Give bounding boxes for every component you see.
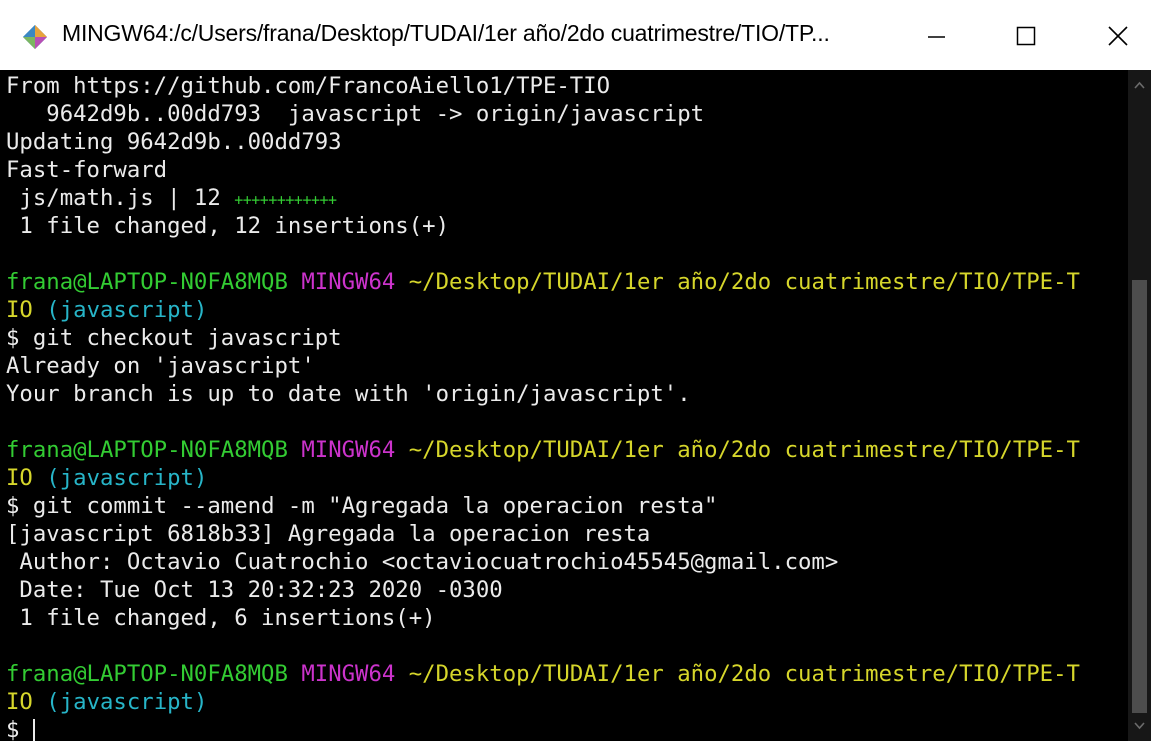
prompt-mingw: MINGW64: [301, 661, 396, 687]
terminal-window: MINGW64:/c/Users/frana/Desktop/TUDAI/1er…: [0, 0, 1151, 741]
vertical-scrollbar[interactable]: [1128, 70, 1151, 741]
maximize-icon: [1016, 26, 1036, 46]
terminal-line: 9642d9b..00dd793 javascript -> origin/ja…: [6, 101, 705, 127]
prompt-branch: (javascript): [46, 297, 208, 323]
scroll-up-arrow-icon[interactable]: [1128, 74, 1151, 96]
prompt-symbol: $: [6, 493, 33, 519]
prompt-line: frana@LAPTOP-N0FA8MQB MINGW64 ~/Desktop/…: [6, 268, 1080, 296]
prompt-mingw: MINGW64: [301, 269, 396, 295]
terminal-line: From https://github.com/FrancoAiello1/TP…: [6, 73, 611, 99]
close-icon: [1108, 26, 1128, 46]
maximize-button[interactable]: [982, 0, 1074, 70]
command-line: $ git commit --amend -m "Agregada la ope…: [6, 492, 717, 520]
title-bar[interactable]: MINGW64:/c/Users/frana/Desktop/TUDAI/1er…: [0, 0, 1151, 70]
prompt-path-cont: IO: [6, 297, 33, 323]
prompt-path: ~/Desktop/TUDAI/1er año/2do cuatrimestre…: [408, 661, 1080, 687]
terminal-line: Updating 9642d9b..00dd793: [6, 129, 342, 155]
prompt-user-host: frana@LAPTOP-N0FA8MQB: [6, 269, 288, 295]
prompt-path-cont: IO: [6, 689, 33, 715]
terminal-line: Date: Tue Oct 13 20:32:23 2020 -0300: [6, 577, 503, 603]
terminal-line: Already on 'javascript': [6, 353, 315, 379]
terminal-line: Your branch is up to date with 'origin/j…: [6, 381, 691, 407]
prompt-line: IO (javascript): [6, 688, 207, 716]
prompt-line: frana@LAPTOP-N0FA8MQB MINGW64 ~/Desktop/…: [6, 436, 1080, 464]
terminal-line: 1 file changed, 12 insertions(+): [6, 213, 449, 239]
minimize-button[interactable]: [890, 0, 982, 70]
terminal-line: [javascript 6818b33] Agregada la operaci…: [6, 521, 651, 547]
prompt-symbol: $: [6, 717, 33, 741]
prompt-mingw: MINGW64: [301, 437, 396, 463]
prompt-path: ~/Desktop/TUDAI/1er año/2do cuatrimestre…: [408, 437, 1080, 463]
prompt-line: IO (javascript): [6, 296, 207, 324]
terminal-line: 1 file changed, 6 insertions(+): [6, 605, 436, 631]
mingw-diamond-icon: [23, 25, 47, 49]
prompt-line: IO (javascript): [6, 464, 207, 492]
prompt-line: frana@LAPTOP-N0FA8MQB MINGW64 ~/Desktop/…: [6, 660, 1080, 688]
prompt-branch: (javascript): [46, 689, 208, 715]
diffstat-bar: ++++++++++++: [234, 191, 337, 209]
command-text: git checkout javascript: [32, 325, 342, 351]
command-text: git commit --amend -m "Agregada la opera…: [32, 493, 718, 519]
prompt-user-host: frana@LAPTOP-N0FA8MQB: [6, 437, 288, 463]
prompt-user-host: frana@LAPTOP-N0FA8MQB: [6, 661, 288, 687]
command-line: $ git checkout javascript: [6, 324, 342, 352]
scroll-down-arrow-icon[interactable]: [1128, 715, 1151, 737]
terminal-output[interactable]: From https://github.com/FrancoAiello1/TP…: [0, 70, 1128, 741]
terminal-line: Author: Octavio Cuatrochio <octaviocuatr…: [6, 549, 839, 575]
minimize-icon: [928, 36, 945, 38]
terminal-line: Fast-forward: [6, 157, 168, 183]
diffstat-file: js/math.js | 12: [6, 185, 235, 211]
prompt-branch: (javascript): [46, 465, 208, 491]
prompt-path: ~/Desktop/TUDAI/1er año/2do cuatrimestre…: [408, 269, 1080, 295]
close-button[interactable]: [1062, 0, 1151, 70]
scrollbar-thumb[interactable]: [1132, 280, 1147, 713]
text-cursor: [32, 719, 35, 741]
terminal-line: js/math.js | 12 ++++++++++++: [6, 184, 337, 212]
prompt-path-cont: IO: [6, 465, 33, 491]
input-line[interactable]: $: [6, 716, 35, 741]
prompt-symbol: $: [6, 325, 33, 351]
window-title: MINGW64:/c/Users/frana/Desktop/TUDAI/1er…: [62, 20, 830, 46]
